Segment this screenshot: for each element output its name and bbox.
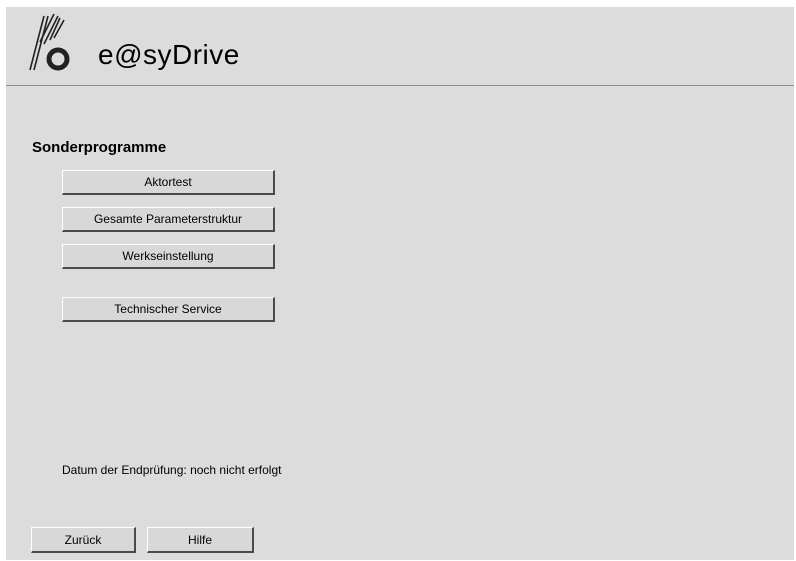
- parameterstruktur-button[interactable]: Gesamte Parameterstruktur: [62, 207, 275, 232]
- app-title: e@syDrive: [98, 39, 240, 70]
- technischer-service-button[interactable]: Technischer Service: [62, 297, 275, 322]
- section-title: Sonderprogramme: [32, 139, 167, 156]
- app-window: e@syDrive Sonderprogramme Aktortest Gesa…: [6, 7, 794, 560]
- back-button[interactable]: Zurück: [31, 527, 136, 553]
- endpruefung-status-text: Datum der Endprüfung: noch nicht erfolgt: [62, 463, 282, 477]
- header: e@syDrive: [6, 7, 794, 86]
- werkseinstellung-button[interactable]: Werkseinstellung: [62, 244, 275, 269]
- help-button[interactable]: Hilfe: [147, 527, 254, 553]
- company-logo-icon: [29, 13, 70, 71]
- aktortest-button[interactable]: Aktortest: [62, 170, 275, 195]
